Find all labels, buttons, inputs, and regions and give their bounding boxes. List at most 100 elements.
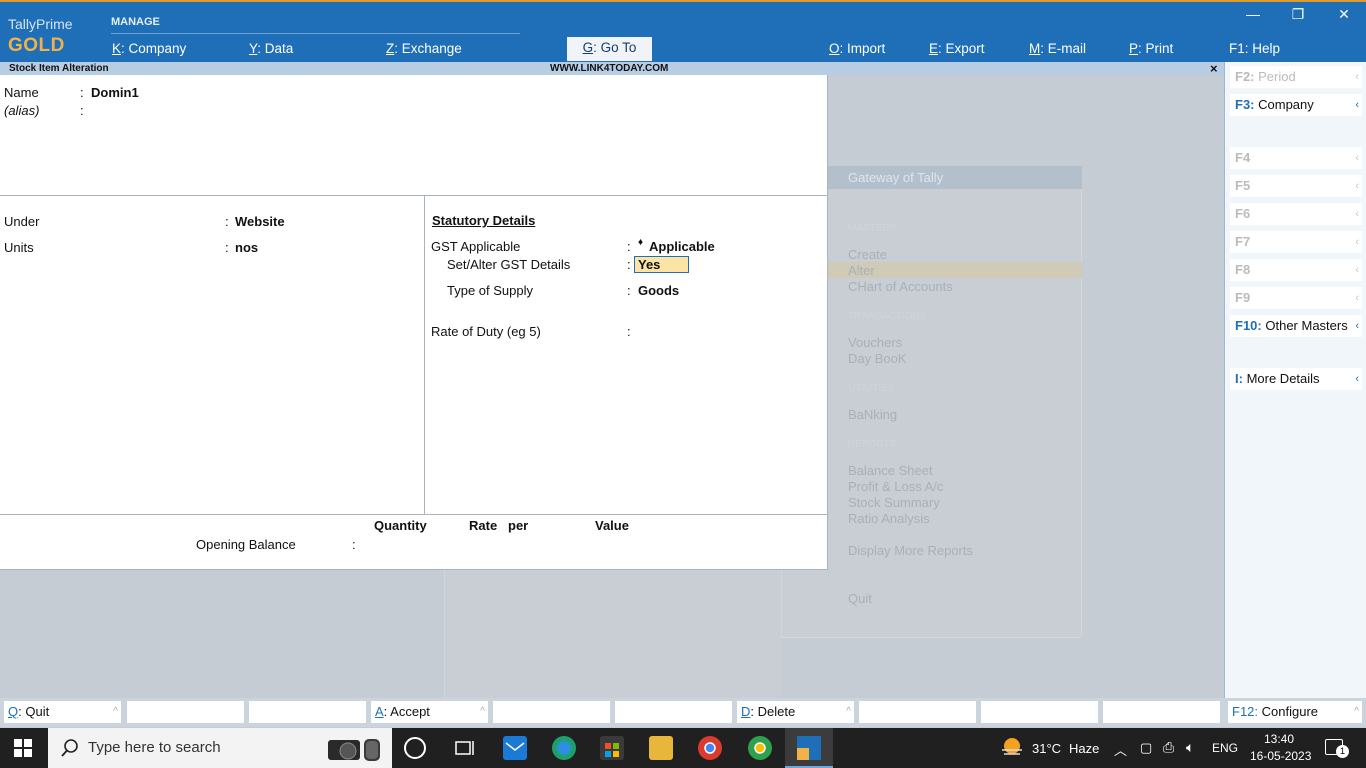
gateway-item-day-book[interactable]: Day BooK <box>848 351 907 366</box>
menu-exchange[interactable]: Z: Exchange <box>386 39 462 61</box>
chevron-up-icon[interactable]: ︿ <box>1114 740 1127 759</box>
sidebar-button-company[interactable]: F3: Company ‹ <box>1230 94 1362 116</box>
language-indicator[interactable]: ENG <box>1212 741 1238 755</box>
delete-button[interactable]: D: Delete ^ <box>737 701 854 723</box>
chevron-left-icon: ‹ <box>1355 71 1359 83</box>
colon: : <box>352 537 356 552</box>
chevron-left-icon: ‹ <box>1355 152 1359 164</box>
sidebar-button-other-masters[interactable]: F10: Other Masters ‹ <box>1230 315 1362 337</box>
column-per: per <box>508 518 529 533</box>
gateway-item-quit[interactable]: Quit <box>848 591 872 606</box>
menu-company[interactable]: K: Company <box>112 39 186 61</box>
name-field[interactable]: Domin1 <box>91 85 139 100</box>
file-explorer-icon[interactable] <box>649 736 673 760</box>
chrome-icon[interactable] <box>748 736 772 760</box>
gateway-section-transactions: TRANSACTIONS <box>848 311 927 322</box>
clock-date[interactable]: 16-05-2023 <box>1250 749 1311 763</box>
opening-balance-label: Opening Balance <box>196 537 296 552</box>
gateway-section-masters: MASTERS <box>848 223 897 234</box>
bottom-empty-button[interactable] <box>981 701 1098 723</box>
sidebar-button-f8[interactable]: F8 ‹ <box>1230 259 1362 281</box>
accept-button[interactable]: A: Accept ^ <box>371 701 488 723</box>
divider <box>0 514 827 515</box>
column-quantity: Quantity <box>374 518 427 533</box>
notification-icon[interactable]: 1 <box>1325 739 1349 758</box>
gateway-item-alter[interactable]: Alter <box>848 263 875 278</box>
volume-icon[interactable]: 🔈︎ <box>1186 739 1194 756</box>
task-view-icon[interactable] <box>453 736 477 760</box>
gst-applicable-field[interactable]: Applicable <box>649 239 715 254</box>
quit-button[interactable]: Q: Quit ^ <box>4 701 121 723</box>
bottom-empty-button[interactable] <box>249 701 366 723</box>
menu-help[interactable]: F1: Help <box>1229 39 1280 61</box>
chevron-left-icon: ‹ <box>1355 292 1359 304</box>
bottom-empty-button[interactable] <box>493 701 610 723</box>
gateway-item-profit-loss[interactable]: Profit & Loss A/c <box>848 479 943 494</box>
manage-label: MANAGE <box>111 16 160 28</box>
gateway-item-stock-summary[interactable]: Stock Summary <box>848 495 940 510</box>
close-window-icon[interactable]: ✕ <box>1334 6 1354 23</box>
sidebar-button-f6[interactable]: F6 ‹ <box>1230 203 1362 225</box>
units-label: Units <box>4 240 34 255</box>
menu-data[interactable]: Y: Data <box>249 39 293 61</box>
tallyprime-taskbar-button[interactable] <box>785 728 833 768</box>
colon: : <box>225 214 229 229</box>
gateway-item-display-more-reports[interactable]: Display More Reports <box>848 543 973 558</box>
gateway-item-banking[interactable]: BaNking <box>848 407 897 422</box>
gateway-item-vouchers[interactable]: Vouchers <box>848 335 902 350</box>
windows-start-icon[interactable] <box>14 739 32 757</box>
configure-button[interactable]: F12: Configure ^ <box>1228 701 1362 723</box>
gateway-item-create[interactable]: Create <box>848 247 887 262</box>
colon: : <box>627 324 631 339</box>
network-icon[interactable]: ⎙ <box>1163 739 1174 756</box>
restore-icon[interactable]: ❐ <box>1288 6 1308 23</box>
gateway-item-chart-of-accounts[interactable]: CHart of Accounts <box>848 279 953 294</box>
bottom-empty-button[interactable] <box>615 701 732 723</box>
clock-time[interactable]: 13:40 <box>1264 732 1294 746</box>
type-of-supply-label: Type of Supply <box>447 283 533 298</box>
minimize-icon[interactable]: — <box>1243 6 1263 22</box>
menu-go-to[interactable]: G: Go To <box>567 37 652 61</box>
edge-browser-icon[interactable] <box>552 736 576 760</box>
set-alter-gst-field[interactable]: Yes <box>634 256 689 273</box>
sidebar-button-f4[interactable]: F4 ‹ <box>1230 147 1362 169</box>
sidebar-button-f5[interactable]: F5 ‹ <box>1230 175 1362 197</box>
menu-email[interactable]: M: E-mail <box>1029 39 1086 61</box>
store-icon[interactable] <box>600 736 624 760</box>
gateway-item-balance-sheet[interactable]: Balance Sheet <box>848 463 933 478</box>
under-field[interactable]: Website <box>235 214 285 229</box>
chevron-left-icon: ‹ <box>1355 264 1359 276</box>
units-field[interactable]: nos <box>235 240 258 255</box>
menu-import[interactable]: O: Import <box>829 39 885 61</box>
type-of-supply-field[interactable]: Goods <box>638 283 679 298</box>
column-value: Value <box>595 518 629 533</box>
bottom-empty-button[interactable] <box>127 701 244 723</box>
sidebar-button-period[interactable]: F2: Period ‹ <box>1230 66 1362 88</box>
tally-icon <box>797 736 821 760</box>
menu-export[interactable]: E: Export <box>929 39 985 61</box>
brand-name: TallyPrime <box>8 16 73 32</box>
chevron-left-icon: ‹ <box>1355 99 1359 111</box>
cortana-icon[interactable] <box>404 737 426 759</box>
mail-icon[interactable] <box>503 736 527 760</box>
under-label: Under <box>4 214 40 229</box>
weather-text: Haze <box>1069 741 1100 756</box>
sidebar-button-f9[interactable]: F9 ‹ <box>1230 287 1362 309</box>
divider <box>424 195 425 514</box>
menu-print[interactable]: P: Print <box>1129 39 1173 61</box>
taskbar-search-box[interactable]: Type here to search <box>48 728 392 768</box>
sidebar-button-more-details[interactable]: I: More Details ‹ <box>1230 368 1362 390</box>
gateway-item-ratio-analysis[interactable]: Ratio Analysis <box>848 511 930 526</box>
close-icon[interactable]: × <box>1210 61 1218 76</box>
bottom-empty-button[interactable] <box>859 701 976 723</box>
bottom-empty-button[interactable] <box>1103 701 1220 723</box>
gateway-title: Gateway of Tally <box>828 166 1082 189</box>
watermark-text: WWW.LINK4TODAY.COM <box>550 63 669 74</box>
sidebar-button-f7[interactable]: F7 ‹ <box>1230 231 1362 253</box>
device-icon[interactable]: ▢ <box>1140 740 1152 756</box>
chrome-icon[interactable] <box>698 736 722 760</box>
manage-divider <box>111 33 520 34</box>
stock-item-form: Name : Domin1 (alias) : Under : Website … <box>0 75 828 570</box>
background-panel <box>444 570 781 698</box>
colon: : <box>80 85 84 100</box>
